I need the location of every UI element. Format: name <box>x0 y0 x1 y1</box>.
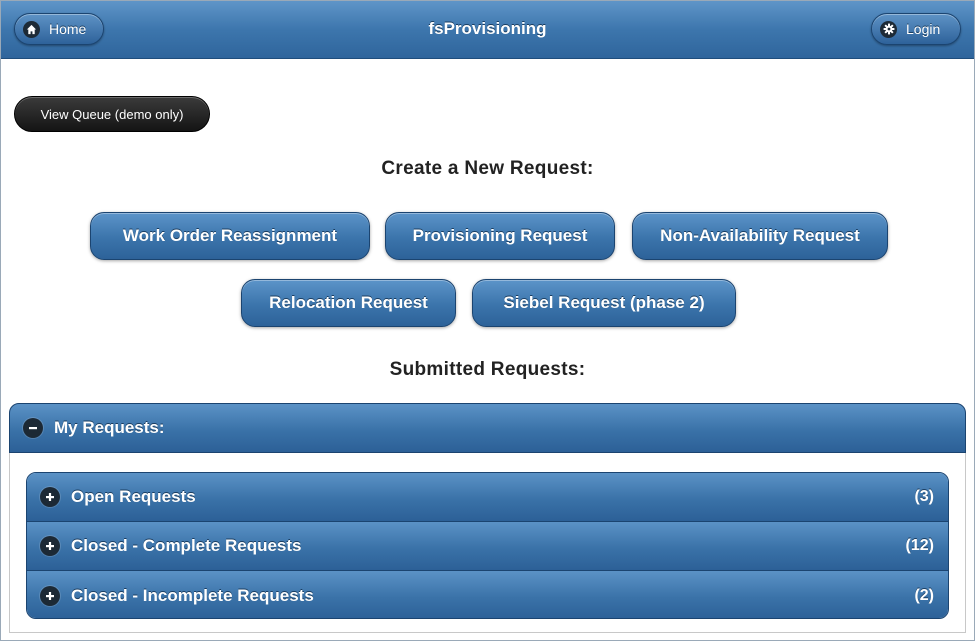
login-button-label: Login <box>906 21 941 37</box>
gear-icon <box>880 20 897 38</box>
my-requests-collapsible-header[interactable]: My Requests: <box>9 403 966 453</box>
count-badge: (3) <box>914 488 934 505</box>
create-request-heading: Create a New Request: <box>381 158 594 179</box>
closed-incomplete-requests-item[interactable]: Closed - Incomplete Requests (2) <box>27 571 948 618</box>
list-item-label: Open Requests <box>71 487 196 506</box>
minus-icon <box>23 418 43 438</box>
list-item-label: Closed - Complete Requests <box>71 536 302 555</box>
non-availability-request-button[interactable]: Non-Availability Request <box>632 212 888 260</box>
list-item-label: Closed - Incomplete Requests <box>71 585 314 605</box>
header-bar: Home fsProvisioning Login <box>1 1 974 59</box>
my-requests-label: My Requests: <box>54 418 165 437</box>
request-status-list: Open Requests (3) Closed - Complete Requ… <box>26 472 949 619</box>
submitted-requests-heading: Submitted Requests: <box>389 359 586 380</box>
plus-icon <box>40 585 60 606</box>
app-window: Home fsProvisioning Login View Queue (de… <box>0 0 975 641</box>
work-order-reassignment-button[interactable]: Work Order Reassignment <box>90 212 370 260</box>
open-requests-item[interactable]: Open Requests (3) <box>27 473 948 522</box>
plus-icon <box>40 536 60 556</box>
siebel-request-button[interactable]: Siebel Request (phase 2) <box>472 279 736 327</box>
login-button[interactable]: Login <box>871 13 961 45</box>
page-title: fsProvisioning <box>428 19 547 38</box>
closed-complete-requests-item[interactable]: Closed - Complete Requests (12) <box>27 522 948 571</box>
view-queue-button[interactable]: View Queue (demo only) <box>14 96 210 132</box>
relocation-request-button[interactable]: Relocation Request <box>241 279 456 327</box>
plus-icon <box>40 487 60 507</box>
provisioning-request-button[interactable]: Provisioning Request <box>385 212 615 260</box>
count-badge: (12) <box>905 537 934 554</box>
count-badge: (2) <box>914 586 934 604</box>
